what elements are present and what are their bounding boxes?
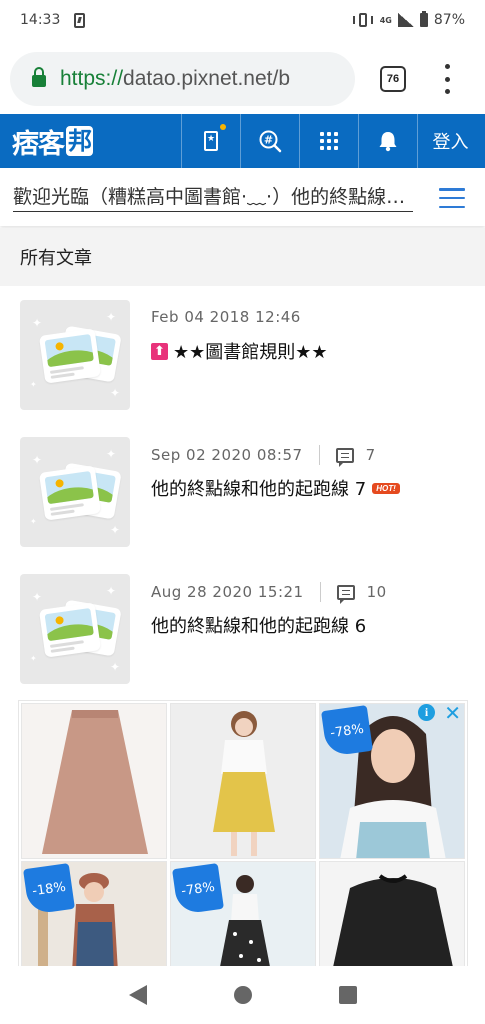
article-thumbnail[interactable]: ✦ ✦ ✦ ✦ [20,300,130,410]
battery-percent: 87% [433,12,465,28]
ad-product-image [171,704,315,858]
signal-icon [397,13,414,27]
placeholder-image-icon [38,328,102,384]
article-meta: Feb 04 2018 12:46 [151,308,301,326]
url-text[interactable]: https://datao.pixnet.net/b [60,67,290,91]
ad-product-tile[interactable] [21,703,167,859]
ad-product-image [320,862,464,970]
comment-icon [336,584,355,604]
system-nav-bar [0,966,485,1024]
apps-grid-icon [320,132,338,150]
comment-icon [335,447,354,467]
battery-icon [419,11,428,27]
ad-product-tile[interactable]: -78% [170,861,316,971]
article-item[interactable]: ✦ ✦ ✦ ✦ Feb 04 2018 12:46 ⬆ ★★圖書館規則★★ [0,300,485,412]
hashtag-search-icon: # [259,130,282,153]
network-type: 4G [379,15,392,25]
ad-product-image [22,704,166,858]
pixnet-header: 痞客邦 # 登入 [0,114,485,168]
hamburger-menu-icon[interactable] [439,188,465,208]
bell-icon [379,132,397,152]
section-header: 所有文章 [0,228,485,286]
article-date: Aug 28 2020 15:21 [151,583,304,601]
article-item[interactable]: ✦ ✦ ✦ ✦ Aug 28 2020 15:21 10 他的終點線和他的起跑線… [0,574,485,686]
ad-product-tile[interactable] [319,861,465,971]
ad-product-tile[interactable]: -78% [319,703,465,859]
status-bar: 14:33 4G 87% [0,0,485,40]
notification-dot [220,124,226,130]
login-button[interactable]: 登入 [417,114,483,168]
url-bar[interactable]: https://datao.pixnet.net/b [10,52,355,106]
article-title[interactable]: 他的終點線和他的起跑線 7 HOT! [151,475,400,501]
hot-badge: HOT! [372,482,400,494]
status-time: 14:33 [20,12,61,28]
browser-toolbar: https://datao.pixnet.net/b 76 [0,48,485,110]
browser-menu-button[interactable] [441,64,453,94]
comment-count: 10 [366,583,387,601]
article-title[interactable]: 他的終點線和他的起跑線 6 [151,612,366,638]
ad-banner[interactable]: -78% i ✕ -18% -78% [18,700,468,971]
bookmark-button[interactable] [181,114,240,168]
blog-title[interactable]: 歡迎光臨（糟糕高中圖書館·﹏·）他的終點線和他的起跑線 [13,182,413,212]
pixnet-logo[interactable]: 痞客邦 [0,114,181,168]
article-item[interactable]: ✦ ✦ ✦ ✦ Sep 02 2020 08:57 7 他的終點線和他的起跑線 … [0,437,485,549]
vibrate-icon [352,13,374,27]
pinned-icon: ⬆ [151,342,168,360]
back-icon[interactable] [128,985,147,1005]
ad-info-icon[interactable]: i [418,704,435,721]
placeholder-image-icon [38,602,102,658]
comment-count: 7 [365,446,376,464]
lock-icon[interactable] [32,67,46,87]
ad-close-icon[interactable]: ✕ [444,701,461,725]
recent-apps-icon[interactable] [338,986,357,1004]
sim-card-icon [74,12,86,28]
placeholder-image-icon [38,465,102,521]
article-meta: Aug 28 2020 15:21 10 [151,582,387,604]
home-icon[interactable] [233,986,252,1004]
article-thumbnail[interactable]: ✦ ✦ ✦ ✦ [20,574,130,684]
apps-button[interactable] [299,114,358,168]
article-thumbnail[interactable]: ✦ ✦ ✦ ✦ [20,437,130,547]
svg-text:#: # [264,134,273,147]
article-meta: Sep 02 2020 08:57 7 [151,445,376,467]
ad-product-tile[interactable] [170,703,316,859]
article-date: Feb 04 2018 12:46 [151,308,301,326]
ad-product-tile[interactable]: -18% [21,861,167,971]
blog-title-bar: 歡迎光臨（糟糕高中圖書館·﹏·）他的終點線和他的起跑線 [0,168,485,226]
article-date: Sep 02 2020 08:57 [151,446,303,464]
notifications-button[interactable] [358,114,417,168]
bookmark-icon [204,131,218,151]
tab-switcher-button[interactable]: 76 [380,66,406,92]
hashtag-search-button[interactable]: # [240,114,299,168]
article-title[interactable]: ⬆ ★★圖書館規則★★ [151,338,328,364]
